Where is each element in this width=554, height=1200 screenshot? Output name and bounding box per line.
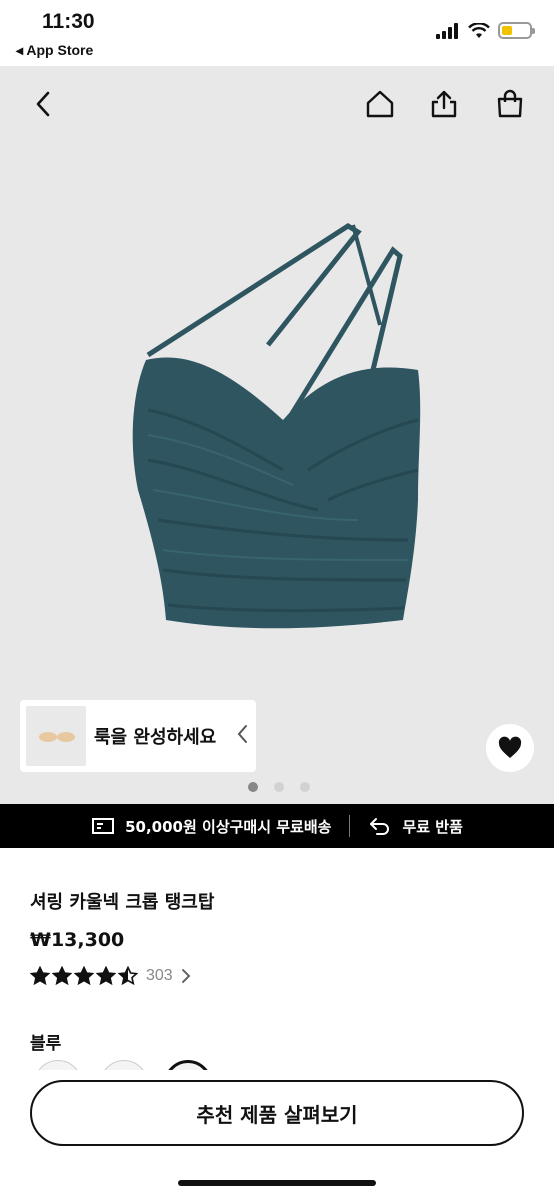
heart-icon <box>498 736 522 758</box>
home-icon <box>366 90 394 118</box>
recommended-products-button[interactable]: 추천 제품 살펴보기 <box>30 1080 524 1146</box>
look-thumbnail <box>26 706 86 766</box>
rating-row[interactable]: 303 <box>30 966 191 986</box>
status-time: 11:30 <box>42 10 95 33</box>
return-icon <box>370 818 390 835</box>
gallery-pagination <box>0 782 554 792</box>
shopping-bag-icon <box>497 89 523 118</box>
pagination-dot[interactable] <box>300 782 310 792</box>
chevron-right-icon <box>181 969 191 983</box>
star-full-icon <box>74 966 94 986</box>
product-price: ₩13,300 <box>30 929 125 951</box>
status-bar: 11:30 ◂ App Store <box>0 0 554 66</box>
product-name: 셔링 카울넥 크롭 탱크탑 <box>30 892 215 913</box>
pagination-dot[interactable] <box>274 782 284 792</box>
wifi-icon <box>468 22 490 38</box>
wishlist-button[interactable] <box>486 724 534 772</box>
home-button[interactable] <box>360 84 400 124</box>
free-shipping-info: 50,000원 이상구매시 무료배송 <box>91 816 331 837</box>
back-button[interactable] <box>24 84 64 124</box>
color-label: 블루 <box>30 1034 62 1054</box>
complete-look-card[interactable]: 룩을 완성하세요 <box>20 700 256 772</box>
home-indicator <box>178 1180 376 1186</box>
star-half-icon <box>118 966 138 986</box>
star-full-icon <box>30 966 50 986</box>
shipping-info-bar: 50,000원 이상구매시 무료배송 무료 반품 <box>0 804 554 848</box>
share-button[interactable] <box>424 84 464 124</box>
back-to-app-store[interactable]: ◂ App Store <box>16 42 93 59</box>
free-return-text: 무료 반품 <box>402 817 463 836</box>
shipping-box-icon <box>92 818 115 834</box>
signal-icon <box>436 22 458 39</box>
review-count: 303 <box>146 967 173 984</box>
battery-icon <box>498 22 535 39</box>
product-gallery[interactable]: 룩을 완성하세요 <box>0 66 554 804</box>
rating-stars <box>30 966 138 986</box>
share-icon <box>431 90 457 118</box>
star-full-icon <box>52 966 72 986</box>
chevron-left-icon <box>36 91 50 117</box>
pagination-dot[interactable] <box>248 782 258 792</box>
star-full-icon <box>96 966 116 986</box>
free-return-info: 무료 반품 <box>368 816 463 837</box>
cart-button[interactable] <box>490 84 530 124</box>
product-image <box>132 223 421 629</box>
chevron-left-icon[interactable] <box>236 724 248 744</box>
complete-look-label: 룩을 완성하세요 <box>94 727 217 748</box>
status-icons <box>436 22 535 39</box>
free-shipping-text: 50,000원 이상구매시 무료배송 <box>125 817 332 836</box>
accessory-thumbnail-icon <box>39 732 75 742</box>
divider <box>349 815 351 837</box>
